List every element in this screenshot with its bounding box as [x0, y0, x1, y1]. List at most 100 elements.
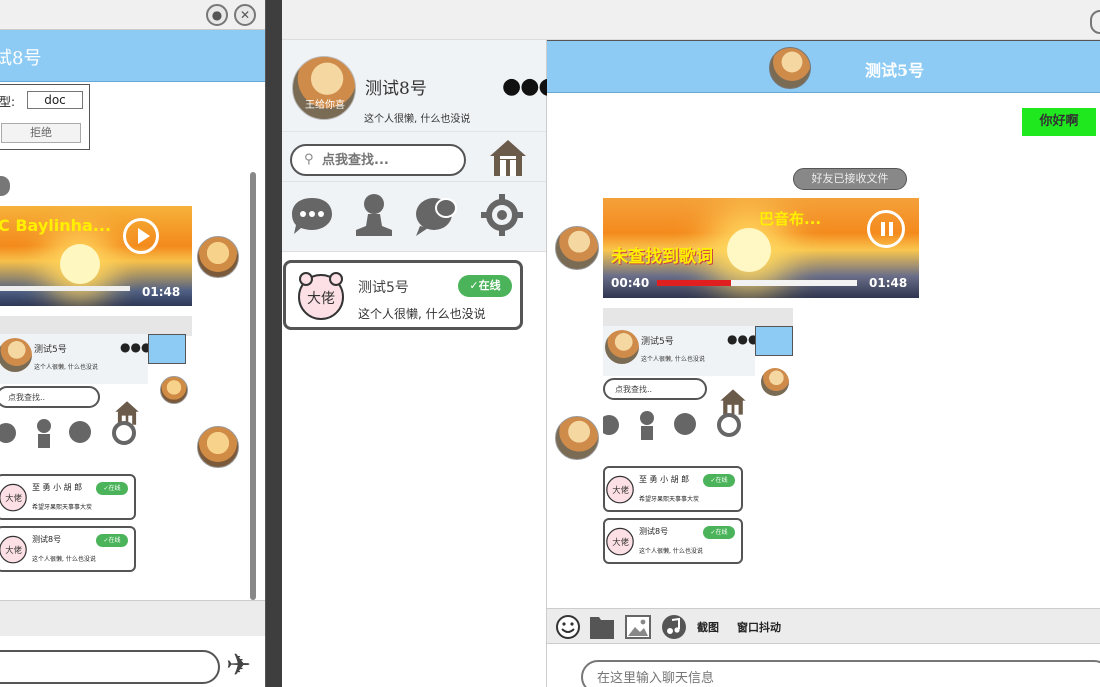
- message-input[interactable]: [597, 668, 997, 687]
- svg-text:大佬: 大佬: [612, 537, 629, 547]
- left-music-card[interactable]: C Baylinha... 01:48: [0, 206, 192, 306]
- screenshot-button[interactable]: 截图: [697, 619, 719, 635]
- mini-screenshot: 测试5号 这个人很懒, 什么也没说 ●●● 点我查找.. 大佬 至 勇 小 胡 …: [603, 308, 793, 570]
- mini-search: 点我查找..: [0, 386, 100, 408]
- mini-nav-icons: [603, 411, 741, 440]
- mini-avatar: [0, 338, 32, 372]
- music-card[interactable]: 巴音布... 未查找到歌词 00:40 01:48: [603, 198, 919, 298]
- song-progress-bar[interactable]: [657, 280, 857, 286]
- home-icon[interactable]: [488, 138, 528, 178]
- pig-avatar-icon: 大佬: [298, 272, 344, 320]
- image-icon[interactable]: [625, 614, 651, 640]
- close-button[interactable]: [1090, 10, 1100, 34]
- search-box[interactable]: ⚲: [290, 144, 466, 176]
- mini-nav-icons: [0, 419, 136, 448]
- mini-screenshot: 测试5号 这个人很懒, 什么也没说 ●●● 点我查找.. 大佬 至 勇 小 胡 …: [0, 316, 192, 578]
- file-type-value: doc: [27, 91, 83, 109]
- left-progress-bar[interactable]: [0, 286, 130, 291]
- song-title: 巴音布...: [759, 210, 822, 228]
- mini-sig: 这个人很懒, 什么也没说: [641, 356, 705, 363]
- mini-header: [148, 334, 186, 364]
- left-chat-window: ● ✕ 试8号 型: doc 拒绝 C Baylinha... 01:48 测试…: [0, 0, 266, 687]
- profile-name: 测试8号: [365, 79, 427, 99]
- mini-name: 测试5号: [641, 337, 674, 347]
- mini-friend-card: 大佬 至 勇 小 胡 郎 希望牙果熙天事事大炭 ✓在线: [0, 474, 136, 520]
- mini-profile: 测试5号 这个人很懒, 什么也没说 ●●●: [603, 326, 759, 376]
- scrollbar[interactable]: [250, 172, 256, 600]
- chat-header: 测试5号: [547, 40, 1100, 93]
- play-icon[interactable]: [123, 218, 159, 254]
- avatar[interactable]: [555, 416, 599, 460]
- mini-titlebar: [603, 308, 793, 328]
- left-song-title: C Baylinha...: [0, 216, 112, 235]
- folder-icon[interactable]: [589, 614, 615, 640]
- mini-card-sig: 这个人很懒, 什么也没说: [32, 556, 96, 563]
- chat-bubble-icon[interactable]: [290, 192, 334, 238]
- avatar[interactable]: [555, 226, 599, 270]
- sunset-image: [727, 228, 771, 272]
- mini-titlebar: [0, 316, 192, 336]
- close-button[interactable]: ✕: [234, 4, 256, 26]
- settings-icon[interactable]: [480, 192, 524, 238]
- avatar[interactable]: [769, 47, 811, 89]
- svg-text:大佬: 大佬: [612, 485, 629, 495]
- mini-more-icon: ●●●: [120, 340, 152, 354]
- left-chat-title: 试8号: [0, 48, 42, 69]
- avatar[interactable]: 王给你喜: [292, 56, 356, 120]
- mini-card-name: 至 勇 小 胡 郎: [32, 483, 83, 492]
- chat-title: 测试5号: [865, 61, 925, 80]
- mini-header: [755, 326, 793, 356]
- contacts-icon[interactable]: [352, 192, 396, 238]
- svg-text:大佬: 大佬: [5, 493, 22, 503]
- mini-friend-card: 大佬 测试8号 这个人很懒, 什么也没说 ✓在线: [0, 526, 136, 572]
- mini-card-status: ✓在线: [703, 526, 735, 539]
- left-toolbar: [0, 600, 265, 636]
- sent-message: 你好啊: [1022, 108, 1096, 136]
- mini-card-status: ✓在线: [96, 482, 128, 495]
- svg-text:大佬: 大佬: [307, 291, 335, 307]
- mini-friend-card: 大佬 测试8号 这个人很懒, 什么也没说 ✓在线: [603, 518, 743, 564]
- message-input-wrap[interactable]: [581, 660, 1100, 687]
- window-gap: [266, 0, 282, 687]
- friend-signature: 这个人很懒, 什么也没说: [358, 307, 486, 321]
- friend-card[interactable]: 大佬 测试5号 这个人很懒, 什么也没说 ✓在线: [283, 260, 523, 330]
- pig-avatar-icon: 大佬: [606, 527, 634, 556]
- mini-card-name: 测试8号: [639, 527, 669, 536]
- music-note-icon[interactable]: [661, 614, 687, 640]
- profile-header: 王给你喜 测试8号 这个人很懒, 什么也没说 ●●●: [282, 40, 558, 132]
- song-current-time: 00:40: [611, 276, 650, 290]
- mini-card-sig: 希望牙果熙天事事大炭: [639, 496, 700, 503]
- nav-bar: [282, 182, 546, 252]
- mini-card-sig: 希望牙果熙天事事大炭: [32, 504, 93, 511]
- airplane-icon[interactable]: ✈: [226, 648, 251, 683]
- emoji-icon[interactable]: [555, 614, 581, 640]
- mini-friend-card: 大佬 至 勇 小 胡 郎 希望牙果熙天事事大炭 ✓在线: [603, 466, 743, 512]
- main-window: 王给你喜 测试8号 这个人很懒, 什么也没说 ●●● ⚲ 点我查找... 大佬 …: [282, 0, 1100, 687]
- left-song-duration: 01:48: [142, 285, 181, 299]
- system-notice: 好友已接收文件: [793, 168, 907, 190]
- minimize-button[interactable]: ●: [206, 4, 228, 26]
- pause-icon[interactable]: [867, 210, 905, 248]
- avatar[interactable]: [197, 236, 239, 278]
- left-message-input[interactable]: [0, 650, 220, 684]
- refuse-button[interactable]: 拒绝: [1, 123, 81, 143]
- song-duration: 01:48: [869, 276, 908, 290]
- chat-area: 测试5号 你好啊 好友已接收文件 巴音布... 未查找到歌词 00:40 01:…: [547, 40, 1100, 687]
- avatar-caption: 王给你喜: [305, 100, 345, 111]
- mini-card-status: ✓在线: [703, 474, 735, 487]
- search-input[interactable]: [322, 150, 458, 170]
- avatar[interactable]: [197, 426, 239, 468]
- pig-avatar-icon: 大佬: [0, 483, 27, 512]
- left-titlebar: ● ✕: [0, 0, 265, 30]
- left-chat-header: 试8号: [0, 30, 265, 82]
- window-shake-button[interactable]: 窗口抖动: [737, 619, 781, 635]
- file-transfer-prompt: 型: doc 拒绝: [0, 84, 90, 150]
- contacts-panel: 王给你喜 测试8号 这个人很懒, 什么也没说 ●●● ⚲ 点我查找... 大佬 …: [282, 40, 558, 687]
- status-dot: [0, 176, 10, 196]
- mini-more-icon: ●●●: [727, 332, 759, 346]
- mini-search: 点我查找..: [603, 378, 707, 400]
- main-titlebar: [282, 0, 1100, 40]
- mini-card-status: ✓在线: [96, 534, 128, 547]
- group-chat-icon[interactable]: [414, 192, 458, 238]
- friend-name: 测试5号: [358, 280, 409, 296]
